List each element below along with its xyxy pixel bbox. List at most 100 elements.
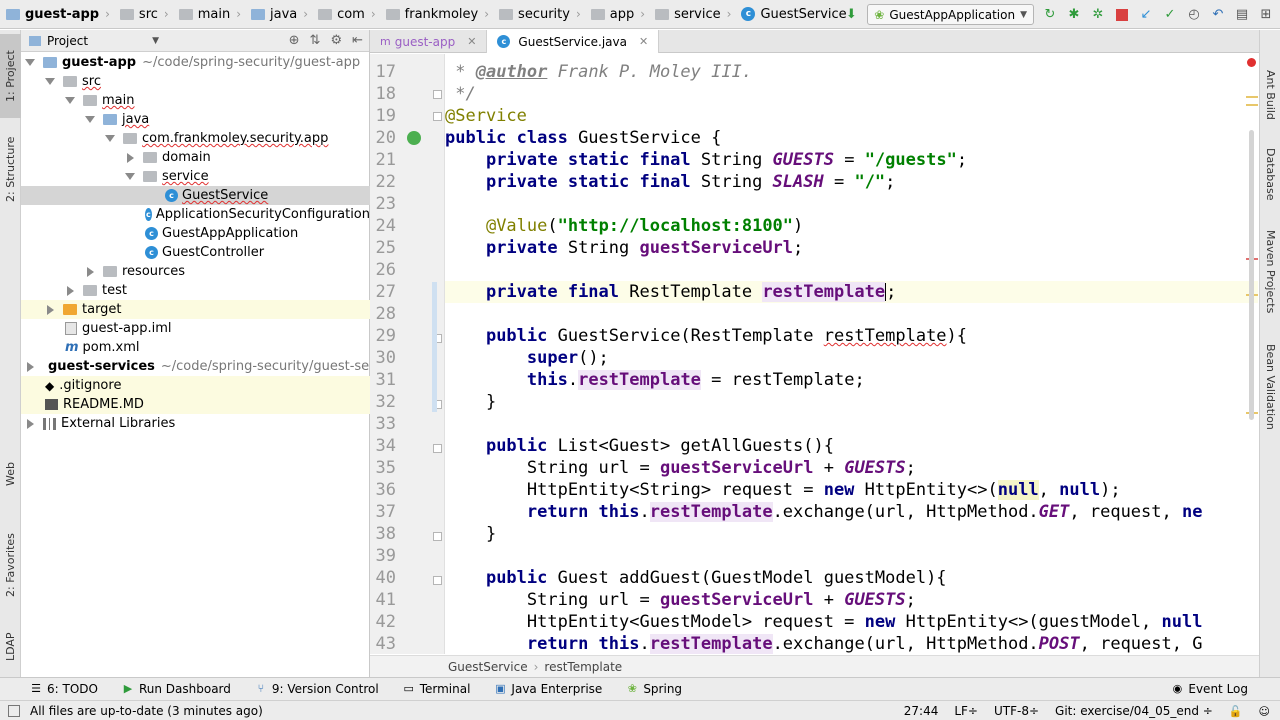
expand-arrow-icon[interactable] <box>125 173 135 180</box>
expand-arrow-icon[interactable] <box>105 135 115 142</box>
tree-item-gitignore[interactable]: ◆ .gitignore <box>21 376 370 395</box>
run-configuration-select[interactable]: ❀ GuestAppApplication ▼ <box>867 4 1034 25</box>
tab-database[interactable]: Database <box>1260 134 1280 214</box>
expand-arrow-icon[interactable] <box>25 59 35 66</box>
collapse-all-icon[interactable]: ⇅ <box>310 33 321 48</box>
tree-item-java[interactable]: java <box>21 110 370 129</box>
vcs-revert-icon[interactable]: ↶ <box>1210 7 1226 23</box>
vertical-scrollbar[interactable] <box>1249 130 1254 420</box>
vcs-history-icon[interactable]: ◴ <box>1186 7 1202 23</box>
hide-icon[interactable]: ⇤ <box>352 33 363 48</box>
tree-item-src[interactable]: src <box>21 72 370 91</box>
tab-guestservice-java[interactable]: c GuestService.java ✕ <box>487 30 660 53</box>
coverage-icon[interactable]: ✲ <box>1090 7 1106 23</box>
crumb-service[interactable]: service › <box>649 0 735 29</box>
tree-item-guest-app[interactable]: guest-app ~/code/spring-security/guest-ap… <box>21 53 370 72</box>
tree-item-applicationsecurityconfiguration[interactable]: c ApplicationSecurityConfiguration <box>21 205 370 224</box>
structure-icon[interactable]: ▤ <box>1234 7 1250 23</box>
tree-item-guest-services[interactable]: guest-services ~/code/spring-security/gue… <box>21 357 370 376</box>
vcs-commit-icon[interactable]: ✓ <box>1162 7 1178 23</box>
caret-position[interactable]: 27:44 <box>904 704 939 718</box>
file-encoding[interactable]: UTF-8÷ <box>994 704 1039 718</box>
expand-arrow-icon[interactable] <box>27 418 34 429</box>
fold-marker-icon[interactable] <box>433 112 442 121</box>
close-icon[interactable]: ✕ <box>639 35 648 48</box>
crumb-java[interactable]: java › <box>245 0 312 29</box>
fold-marker-icon[interactable] <box>433 444 442 453</box>
stop-icon[interactable] <box>1114 7 1130 23</box>
tab-ldap[interactable]: LDAP <box>0 622 21 672</box>
fold-marker-icon[interactable] <box>433 576 442 585</box>
crumb-app[interactable]: app › <box>585 0 649 29</box>
expand-arrow-icon[interactable] <box>87 266 94 277</box>
expand-arrow-icon[interactable] <box>85 116 95 123</box>
tab-favorites[interactable]: 2: Favorites <box>0 510 21 620</box>
tool-terminal[interactable]: ▭ Terminal <box>391 682 483 696</box>
locate-icon[interactable]: ⊕ <box>289 33 300 48</box>
expand-arrow-icon[interactable] <box>65 97 75 104</box>
tab-web[interactable]: Web <box>0 454 21 494</box>
tree-item-guestcontroller[interactable]: c GuestController <box>21 243 370 262</box>
tree-item-test[interactable]: test <box>21 281 370 300</box>
crumb-guestservice[interactable]: c GuestService <box>735 0 850 29</box>
git-branch[interactable]: Git: exercise/04_05_end ÷ <box>1055 704 1213 718</box>
tree-item-package[interactable]: com.frankmoley.security.app <box>21 129 370 148</box>
tree-item-service[interactable]: service <box>21 167 370 186</box>
chevron-down-icon[interactable]: ▼ <box>152 36 159 46</box>
tree-item-main[interactable]: main <box>21 91 370 110</box>
crumb-main[interactable]: main › <box>173 0 245 29</box>
fold-marker-icon[interactable] <box>433 90 442 99</box>
tree-item-guestservice[interactable]: c GuestService <box>21 186 370 205</box>
tab-maven-projects[interactable]: Maven Projects <box>1260 220 1280 324</box>
crumb-guest-app[interactable]: guest-app › <box>0 0 114 29</box>
expand-arrow-icon[interactable] <box>45 78 55 85</box>
tab-structure[interactable]: 2: Structure <box>0 122 21 216</box>
crumb-frankmoley[interactable]: frankmoley › <box>380 0 493 29</box>
tab-ant-build[interactable]: Ant Build <box>1260 50 1280 140</box>
tab-guest-app[interactable]: m guest-app ✕ <box>370 30 488 53</box>
lock-icon[interactable]: 🔓 <box>1229 705 1243 718</box>
project-view-select[interactable]: Project <box>47 34 88 48</box>
tab-bean-validation[interactable]: Bean Validation <box>1260 332 1280 442</box>
line-separator[interactable]: LF÷ <box>954 704 978 718</box>
inspector-icon[interactable]: ☺ <box>1259 705 1270 718</box>
tool-java-enterprise[interactable]: ▣ Java Enterprise <box>482 682 614 696</box>
warning-stripe-mark[interactable] <box>1246 96 1258 98</box>
tab-project[interactable]: 1: Project <box>0 34 21 118</box>
expand-arrow-icon[interactable] <box>47 304 54 315</box>
tree-item-resources[interactable]: resources <box>21 262 370 281</box>
rerun-icon[interactable]: ↻ <box>1042 7 1058 23</box>
crumb-security[interactable]: security › <box>493 0 585 29</box>
tool-run-dashboard[interactable]: ▶ Run Dashboard <box>110 682 243 696</box>
tree-item-pom-xml[interactable]: m pom.xml <box>21 338 370 357</box>
status-toggle-icon[interactable] <box>8 705 20 717</box>
gear-icon[interactable]: ⚙ <box>330 33 342 48</box>
vcs-update-icon[interactable]: ↙ <box>1138 7 1154 23</box>
tree-item-guest-app-iml[interactable]: guest-app.iml <box>21 319 370 338</box>
debug-icon[interactable]: ✱ <box>1066 7 1082 23</box>
tree-item-target[interactable]: target <box>21 300 370 319</box>
expand-arrow-icon[interactable] <box>127 152 134 163</box>
tool-event-log[interactable]: ◉ Event Log <box>1159 682 1260 696</box>
breadcrumb-field[interactable]: restTemplate <box>544 660 622 674</box>
tree-item-external-libraries[interactable]: External Libraries <box>21 414 370 433</box>
build-icon[interactable]: ⬇ <box>843 7 859 23</box>
breadcrumb-class[interactable]: GuestService <box>448 660 528 674</box>
code-editor[interactable]: * @author Frank P. Moley III. */ @Servic… <box>445 54 1258 654</box>
tree-item-domain[interactable]: domain <box>21 148 370 167</box>
tool-todo[interactable]: ☰ 6: TODO <box>0 682 110 696</box>
crumb-src[interactable]: src › <box>114 0 173 29</box>
tree-item-guestappapplication[interactable]: c GuestAppApplication <box>21 224 370 243</box>
close-icon[interactable]: ✕ <box>467 35 476 48</box>
expand-arrow-icon[interactable] <box>67 285 74 296</box>
expand-arrow-icon[interactable] <box>27 361 34 372</box>
crumb-com[interactable]: com › <box>312 0 380 29</box>
error-indicator-icon[interactable] <box>1247 58 1256 67</box>
tool-spring[interactable]: ❀ Spring <box>614 682 694 696</box>
spring-bean-gutter-icon[interactable] <box>407 131 421 145</box>
tool-version-control[interactable]: ⑂ 9: Version Control <box>243 682 391 696</box>
settings-icon[interactable]: ⊞ <box>1258 7 1274 23</box>
fold-marker-icon[interactable] <box>433 532 442 541</box>
warning-stripe-mark[interactable] <box>1246 104 1258 106</box>
tree-item-readme[interactable]: README.MD <box>21 395 370 414</box>
